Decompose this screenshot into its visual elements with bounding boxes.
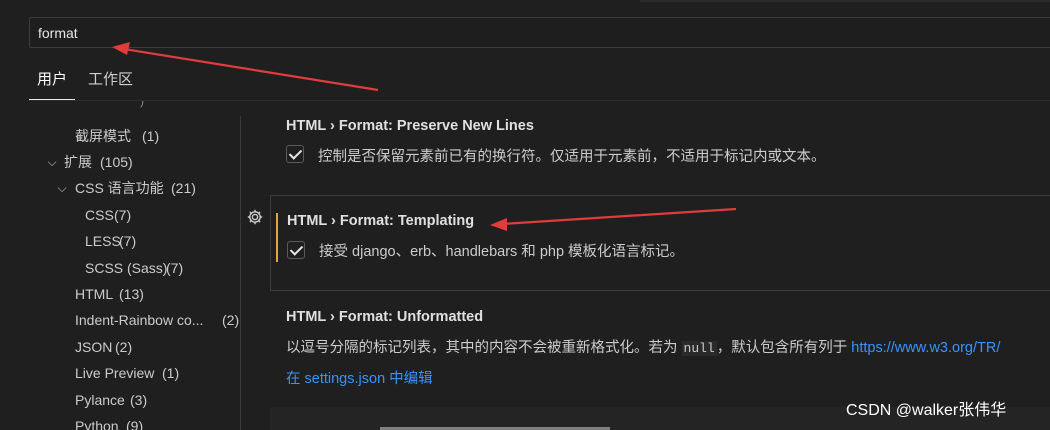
tree-item-count: (2) bbox=[222, 312, 240, 328]
setting-description: 控制是否保留元素前已有的换行符。仅适用于元素前，不适用于标记内或文本。 bbox=[318, 149, 826, 165]
tree-item-count: (9) bbox=[126, 418, 144, 430]
tree-item-count: (7) bbox=[114, 207, 132, 223]
tree-item-label: CSS bbox=[85, 207, 114, 223]
setting-description: 接受 django、erb、handlebars 和 php 模板化语言标记。 bbox=[319, 244, 685, 260]
tree-item-label: JSON bbox=[75, 339, 113, 355]
edit-in-settings-json-link[interactable]: 在 settings.json 中编辑 bbox=[286, 367, 433, 388]
setting-title: HTML › Format: Templating bbox=[287, 213, 475, 229]
toc-divider bbox=[240, 116, 241, 430]
tree-item-label: CSS 语言功能 bbox=[75, 180, 164, 196]
tree-item-label: Indent-Rainbow co... bbox=[75, 312, 204, 328]
tree-item-label: SCSS (Sass) bbox=[85, 260, 168, 276]
top-divider bbox=[640, 0, 1050, 2]
tab-user[interactable]: 用户 bbox=[28, 66, 76, 100]
setting-preserve-new-lines: HTML › Format: Preserve New Lines 控制是否保留… bbox=[270, 110, 1050, 190]
w3-spec-link[interactable]: https://www.w3.org/TR/ bbox=[851, 340, 1000, 356]
settings-toc-tree: ) 截屏模式 (1) ⌵ 扩展 (105) ⌵ CSS 语言功能 (21) CS… bbox=[0, 101, 240, 430]
inline-code: null bbox=[681, 341, 717, 356]
settings-search-input[interactable] bbox=[30, 18, 1050, 47]
setting-description: 以逗号分隔的标记列表，其中的内容不会被重新格式化。若为 null ，默认包含所有列… bbox=[286, 336, 1000, 357]
tree-item-count: (105) bbox=[100, 154, 133, 170]
tree-item-label: 截屏模式 bbox=[75, 128, 131, 144]
setting-unformatted: HTML › Format: Unformatted 以逗号分隔的标记列表，其中… bbox=[270, 300, 1050, 400]
tree-item-count: (21) bbox=[171, 180, 196, 196]
description-text: 以逗号分隔的标记列表，其中的内容不会被重新格式化。若为 bbox=[286, 340, 682, 356]
tree-item-count: (7) bbox=[119, 233, 137, 249]
chevron-down-icon[interactable]: ⌵ bbox=[45, 149, 59, 175]
next-setting-title-fragment bbox=[380, 421, 610, 430]
annotation-arrow-search bbox=[112, 42, 379, 92]
tree-item-label: Live Preview bbox=[75, 365, 155, 381]
tree-item-label: HTML bbox=[75, 286, 114, 302]
description-text-continued: ，默认包含所有列于 bbox=[716, 340, 852, 356]
tree-item-label: Python bbox=[75, 418, 119, 430]
watermark: CSDN @walker张伟华 bbox=[846, 402, 1007, 419]
tree-item-count: (3) bbox=[130, 392, 148, 408]
tree-item-count: (13) bbox=[119, 286, 144, 302]
modified-indicator bbox=[276, 213, 278, 262]
tree-item-count: (1) bbox=[142, 128, 160, 144]
settings-search-box[interactable] bbox=[29, 17, 1050, 48]
clipped-row-fragment: ) bbox=[140, 101, 144, 108]
tree-item-count: (7) bbox=[166, 260, 184, 276]
setting-title: HTML › Format: Unformatted bbox=[286, 309, 484, 325]
tree-item-count: (2) bbox=[115, 339, 133, 355]
gear-icon[interactable] bbox=[246, 208, 264, 226]
setting-templating: HTML › Format: Templating 接受 django、erb、… bbox=[270, 195, 1050, 291]
tree-item-count: (1) bbox=[162, 365, 180, 381]
tree-item-label: 扩展 bbox=[64, 154, 92, 170]
templating-checkbox[interactable] bbox=[287, 241, 305, 259]
tree-item-label: LESS bbox=[85, 233, 121, 249]
tab-workspace[interactable]: 工作区 bbox=[88, 66, 133, 100]
preserve-new-lines-checkbox[interactable] bbox=[286, 145, 304, 163]
tree-item-label: Pylance bbox=[75, 392, 125, 408]
setting-title: HTML › Format: Preserve New Lines bbox=[286, 118, 534, 134]
chevron-down-icon[interactable]: ⌵ bbox=[55, 175, 69, 201]
